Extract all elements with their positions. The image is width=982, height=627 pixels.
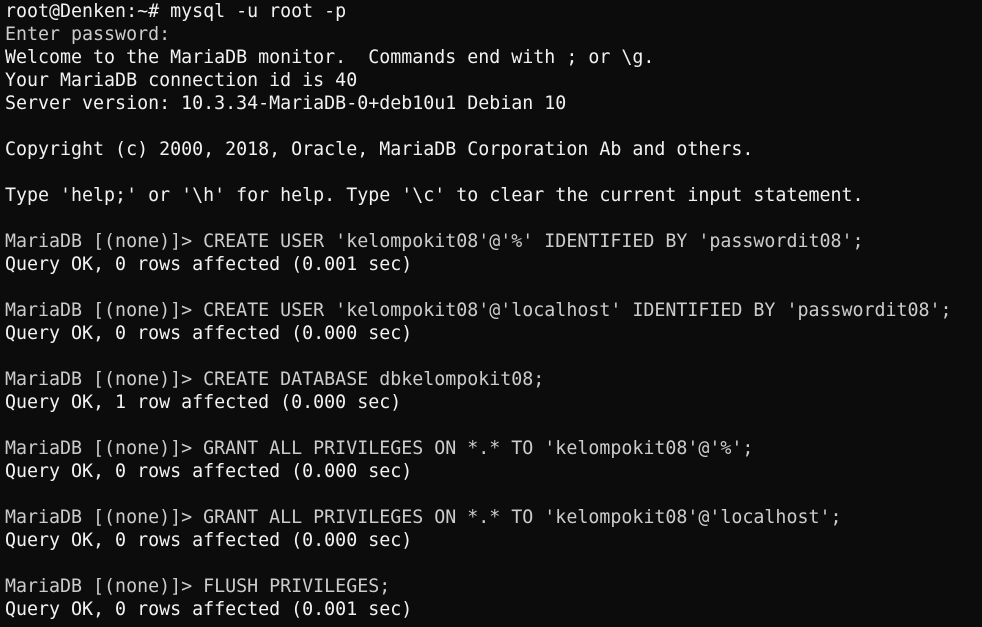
shell-command-line: root@Denken:~# mysql -u root -p (5, 1, 347, 22)
query-result-line: Query OK, 0 rows affected (0.001 sec) (5, 599, 413, 620)
sql-command-line: MariaDB [(none)]> GRANT ALL PRIVILEGES O… (5, 507, 842, 528)
query-result-line: Query OK, 0 rows affected (0.000 sec) (5, 530, 413, 551)
sql-command-line: MariaDB [(none)]> CREATE DATABASE dbkelo… (5, 369, 545, 390)
terminal-window[interactable]: root@Denken:~# mysql -u root -p Enter pa… (0, 0, 982, 627)
connection-id-line: Your MariaDB connection id is 40 (5, 70, 358, 91)
sql-command-line: MariaDB [(none)]> CREATE USER 'kelompoki… (5, 231, 864, 252)
query-result-line: Query OK, 1 row affected (0.000 sec) (5, 392, 402, 413)
welcome-message: Welcome to the MariaDB monitor. Commands… (5, 47, 655, 68)
password-prompt: Enter password: (5, 24, 171, 45)
sql-command-line: MariaDB [(none)]> FLUSH PRIVILEGES; (5, 576, 391, 597)
query-result-line: Query OK, 0 rows affected (0.000 sec) (5, 461, 413, 482)
server-version-line: Server version: 10.3.34-MariaDB-0+deb10u… (5, 93, 567, 114)
query-result-line: Query OK, 0 rows affected (0.000 sec) (5, 323, 413, 344)
query-result-line: Query OK, 0 rows affected (0.001 sec) (5, 254, 413, 275)
sql-command-line: MariaDB [(none)]> CREATE USER 'kelompoki… (5, 300, 952, 321)
help-hint-line: Type 'help;' or '\h' for help. Type '\c'… (5, 185, 864, 206)
sql-command-line: MariaDB [(none)]> GRANT ALL PRIVILEGES O… (5, 438, 754, 459)
copyright-line: Copyright (c) 2000, 2018, Oracle, MariaD… (5, 139, 754, 160)
